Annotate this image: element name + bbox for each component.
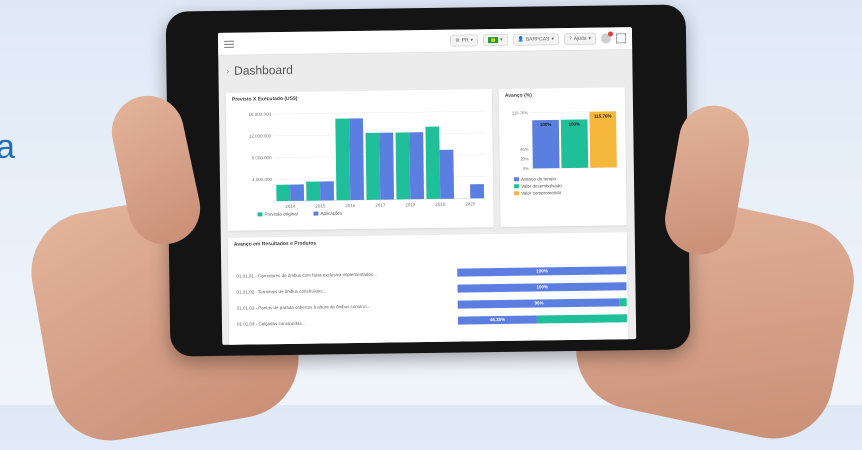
legend-label: Aplicações <box>320 211 343 216</box>
fullscreen-icon[interactable] <box>615 33 627 44</box>
bar-2019-1 <box>439 149 455 199</box>
help-menu[interactable]: ? Ajuda ▾ <box>563 32 597 46</box>
language-selector[interactable]: ⊕ PR ▾ <box>450 34 479 47</box>
result-progress-label: 46.35% <box>489 316 506 323</box>
legend-label: Previsão original <box>264 211 297 216</box>
legend-swatch <box>257 212 263 217</box>
globe-icon: ⊕ <box>455 37 460 44</box>
legend-label: Avanço do tempo <box>521 176 557 181</box>
result-progress-label: 100% <box>536 284 549 290</box>
chevron-right-icon: › <box>226 66 230 76</box>
caret-down-icon: ▾ <box>470 37 474 44</box>
card-title: Avanço em Resultados e Produtos <box>233 240 317 248</box>
legend-swatch <box>513 177 520 182</box>
result-progress-bar: 46.35% <box>458 314 627 325</box>
data-label: 100% <box>568 122 580 127</box>
background-text: a <box>0 128 15 166</box>
hamburger-icon[interactable] <box>224 40 235 48</box>
progress-bar-chart: 115.76% 40% 20% 0% 100% 100% 115.76% Avanço do … <box>512 110 618 196</box>
legend-swatch <box>313 211 319 216</box>
result-row[interactable]: 01.01.03 - Pontos de parada cobertos à a… <box>237 296 627 313</box>
y-tick-label: 0% <box>523 166 529 171</box>
result-progress-rest <box>536 314 627 324</box>
y-tick-label: 20% <box>520 156 529 161</box>
language-label: PR <box>461 37 469 44</box>
y-tick-label: 40% <box>520 147 529 152</box>
y-tick-label: 8.000.000 <box>252 155 273 160</box>
bar-2017-1 <box>379 132 395 200</box>
result-label: 01.01.02 - Terminais de ônibus construíd… <box>236 287 327 295</box>
x-tick-label: 2017 <box>375 203 386 208</box>
country-selector[interactable]: ▾ <box>482 33 508 47</box>
help-icon: ? <box>568 35 572 43</box>
page-header: › Dashboard <box>218 50 632 84</box>
page-title: Dashboard <box>234 62 293 78</box>
bar-0 <box>532 119 560 169</box>
bar-2018-0 <box>395 132 411 200</box>
budget-chart-card: Previsto X Executado (US$) 16.000.000 12.… <box>225 89 494 231</box>
bar-2015-1 <box>320 181 335 201</box>
bar-2014-0 <box>276 184 291 202</box>
bar-2019-0 <box>425 126 441 200</box>
x-tick-label: 2020 <box>465 201 476 206</box>
legend-swatch <box>514 191 520 196</box>
x-tick-label: 2014 <box>285 204 296 209</box>
result-progress-bar: 100% <box>457 266 627 277</box>
notifications-icon[interactable] <box>600 31 614 44</box>
bar-2 <box>589 111 617 168</box>
result-row[interactable]: 01.01.04 - Calçadas construídas... 46.35% <box>237 312 627 329</box>
bar-2016-1 <box>349 118 365 201</box>
result-progress-label: 100% <box>536 268 548 274</box>
x-tick-label: 2016 <box>345 203 356 208</box>
legend-swatch <box>514 184 520 189</box>
x-tick-label: 2015 <box>315 203 326 208</box>
bar-2020-1 <box>470 184 485 199</box>
result-progress-label: 96% <box>534 300 544 306</box>
tablet: ⊕ PR ▾ ▾ 👤 BARFCAS ▾ ? Ajuda ▾ › Dashboa… <box>165 4 699 357</box>
user-name: BARFCAS <box>525 36 550 43</box>
result-progress-bar: 100% <box>457 282 627 293</box>
result-row[interactable]: 01.01.02 - Terminais de ônibus construíd… <box>236 280 627 297</box>
user-menu[interactable]: 👤 BARFCAS ▾ <box>512 33 560 46</box>
data-label: 115.76% <box>594 113 612 118</box>
bar-2018-1 <box>409 132 425 200</box>
brazil-flag-icon <box>488 37 499 44</box>
bar-2015-0 <box>306 181 321 201</box>
result-progress-bar: 96% <box>458 298 627 309</box>
bar-2016-0 <box>335 118 351 201</box>
legend-label: Valor comprometido <box>521 190 561 196</box>
bar-2014-1 <box>290 184 305 201</box>
budget-bar-chart: 16.000.000 12.000.000 8.000.000 4.000.000 20… <box>248 110 486 217</box>
result-label: 01.01.04 - Calçadas construídas... <box>236 320 306 327</box>
user-icon: 👤 <box>517 36 524 43</box>
tablet-screen: ⊕ PR ▾ ▾ 👤 BARFCAS ▾ ? Ajuda ▾ › Dashboa… <box>217 27 637 345</box>
result-progress-rest <box>619 298 627 307</box>
gridline <box>274 110 485 115</box>
x-tick-label: 2018 <box>405 202 416 207</box>
help-label: Ajuda <box>573 35 587 42</box>
notification-badge <box>607 31 614 37</box>
y-tick-label: 4.000.000 <box>252 177 273 182</box>
caret-down-icon: ▾ <box>551 36 554 43</box>
caret-down-icon: ▾ <box>500 36 503 43</box>
data-label: 100% <box>540 122 552 127</box>
caret-down-icon: ▾ <box>588 35 592 42</box>
bar-2017-0 <box>365 132 381 200</box>
y-tick-label: 12.000.000 <box>249 133 272 138</box>
y-tick-label: 16.000.000 <box>248 112 271 117</box>
legend-label: Valor desembolsado <box>521 183 562 189</box>
result-row[interactable]: 01.01.01 - Corredores de ônibus com faix… <box>236 264 627 281</box>
x-tick-label: 2019 <box>435 202 446 207</box>
results-card: Avanço em Resultados e Produtos 01.01.01… <box>227 232 629 345</box>
result-label: 01.01.03 - Pontos de parada cobertos à a… <box>236 303 371 311</box>
progress-chart-card: Avanço (%) 115.76% 40% 20% 0% 100% 100% 115.76… <box>498 87 627 227</box>
y-tick-label: 115.76% <box>512 110 529 115</box>
result-label: 01.01.01 - Corredores de ônibus com faix… <box>236 271 377 279</box>
bar-1 <box>560 119 589 169</box>
